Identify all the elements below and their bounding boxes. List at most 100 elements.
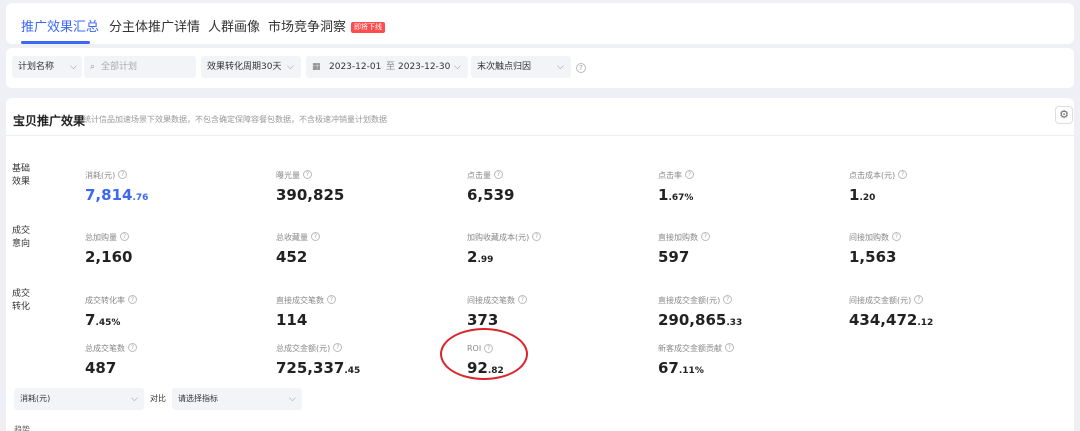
metric-orders-direct: 直接成交笔数? 114 — [276, 288, 336, 329]
metric-impressions: 曝光量? 390,825 — [276, 163, 344, 204]
date-separator: 至 — [386, 62, 396, 72]
help-icon[interactable]: ? — [327, 295, 336, 304]
metric-cpc: 点击成本(元)? 1.20 — [849, 163, 908, 204]
metric-ctr: 点击率? 1.67% — [658, 163, 694, 204]
metric-value: 597 — [658, 248, 690, 266]
divider — [6, 135, 1074, 136]
attribution-value: 末次触点归因 — [477, 62, 532, 72]
metric-value: 7.45% — [85, 311, 121, 329]
metric-value: 114 — [276, 311, 308, 329]
help-icon[interactable]: ? — [518, 295, 527, 304]
metric-value: 390,825 — [276, 186, 345, 204]
metric-label: 点击量 — [467, 171, 491, 180]
help-icon[interactable]: ? — [725, 343, 734, 352]
active-tab-indicator — [21, 41, 90, 44]
help-icon[interactable]: ? — [333, 343, 343, 352]
compare-label: 对比 — [150, 394, 166, 403]
chevron-down-icon: ⌵ — [454, 62, 461, 72]
metric-value: 725,337.45 — [276, 359, 361, 377]
panel-description: 统计信品加速场景下效果数据，不包含确定保障容餐包数据，不含极速冲销量计划数据 — [83, 115, 387, 124]
metric-value: 67.11% — [658, 359, 704, 377]
conversion-period-value: 效果转化周期30天 — [207, 62, 282, 72]
tab-market-insight[interactable]: 市场竞争洞察 — [268, 16, 346, 35]
plan-search-input[interactable]: ⌕ 全部计划 — [84, 56, 196, 78]
help-icon[interactable]: ? — [494, 170, 503, 179]
metric-label: 间接成交笔数 — [467, 296, 515, 305]
row-label-conversion: 成交转化 — [12, 289, 31, 312]
help-icon[interactable]: ? — [128, 295, 137, 304]
metric-spend: 消耗(元)? 7,814.76 — [85, 163, 148, 204]
help-icon[interactable]: ? — [120, 232, 129, 241]
metric-orders-total: 总成交笔数? 487 — [85, 336, 137, 377]
compare-metric-placeholder: 请选择指标 — [178, 394, 218, 403]
metric-value: 2.99 — [467, 248, 494, 266]
metric-clicks: 点击量? 6,539 — [467, 163, 514, 204]
compare-metric-select[interactable]: 请选择指标 ⌵ — [172, 388, 302, 410]
metric-value: 452 — [276, 248, 308, 266]
metric-value: 6,539 — [467, 186, 515, 204]
tab-entity-details[interactable]: 分主体推广详情 — [109, 16, 200, 35]
help-icon[interactable]: ? — [914, 295, 924, 304]
chevron-down-icon: ⌵ — [131, 394, 138, 404]
help-icon[interactable]: ? — [701, 232, 710, 241]
metric-value: 2,160 — [85, 248, 133, 266]
help-icon[interactable]: ? — [685, 170, 694, 179]
metric-label: 曝光量 — [276, 171, 300, 180]
search-icon: ⌕ — [90, 62, 96, 72]
date-range-picker[interactable]: ▦ 2023-12-01 至 2023-12-30 ⌵ — [306, 56, 468, 78]
help-icon[interactable]: ? — [898, 170, 908, 179]
tab-promotion-summary[interactable]: 推广效果汇总 — [21, 16, 99, 35]
metric-new-customer-share: 新客成交金额贡献? 67.11% — [658, 336, 734, 377]
chevron-down-icon: ⌵ — [289, 394, 296, 404]
calendar-icon: ▦ — [312, 62, 321, 72]
chevron-down-icon: ⌵ — [70, 62, 77, 72]
help-icon[interactable]: ? — [532, 232, 542, 241]
metric-label: 点击成本(元) — [849, 171, 896, 180]
tab-audience-profile[interactable]: 人群画像 — [208, 16, 260, 35]
metric-select-value: 消耗(元) — [20, 394, 51, 403]
metric-label: 总成交笔数 — [85, 344, 125, 353]
metric-favorites-total: 总收藏量? 452 — [276, 225, 320, 266]
metric-select[interactable]: 消耗(元) ⌵ — [14, 388, 144, 410]
help-icon[interactable]: ? — [311, 232, 320, 241]
help-icon[interactable]: ? — [118, 170, 128, 179]
metric-value: 1.20 — [849, 186, 876, 204]
help-icon[interactable]: ? — [892, 232, 901, 241]
metric-gmv-total: 总成交金额(元)? 725,337.45 — [276, 336, 360, 377]
metric-value: 373 — [467, 311, 499, 329]
help-icon[interactable]: ? — [723, 295, 733, 304]
row-label-intent: 成交意向 — [12, 226, 31, 249]
metric-cart-indirect: 间接加购数? 1,563 — [849, 225, 901, 266]
attribution-select[interactable]: 末次触点归因 ⌵ — [471, 56, 571, 78]
panel-title: 宝贝推广效果 — [13, 114, 86, 128]
metric-gmv-indirect: 间接成交金额(元)? 434,472.12 — [849, 288, 933, 329]
metric-label: 新客成交金额贡献 — [658, 344, 722, 353]
metric-value: 1.67% — [658, 186, 694, 204]
metric-cart-total: 总加购量? 2,160 — [85, 225, 132, 266]
row-label-basic: 基础效果 — [12, 164, 31, 187]
plan-name-select[interactable]: 计划名称 ⌵ — [12, 56, 82, 78]
metric-label: 直接加购数 — [658, 233, 698, 242]
metric-label: 总收藏量 — [276, 233, 308, 242]
metric-label: 点击率 — [658, 171, 682, 180]
metric-label: 成交转化率 — [85, 296, 125, 305]
metric-cart-fav-cost: 加购收藏成本(元)? 2.99 — [467, 225, 542, 266]
metric-value: 1,563 — [849, 248, 897, 266]
help-icon[interactable]: ? — [303, 170, 312, 179]
metric-value: 434,472.12 — [849, 311, 934, 329]
metric-label: 间接成交金额(元) — [849, 296, 912, 305]
date-start: 2023-12-01 — [329, 62, 382, 72]
metric-value: 290,865.33 — [658, 311, 743, 329]
help-icon[interactable]: ? — [576, 63, 586, 73]
settings-gear-icon[interactable]: ⚙ — [1055, 106, 1073, 124]
metric-label: 加购收藏成本(元) — [467, 233, 530, 242]
chevron-down-icon: ⌵ — [287, 62, 294, 72]
trend-section-label: 趋势 — [14, 425, 30, 431]
metric-gmv-direct: 直接成交金额(元)? 290,865.33 — [658, 288, 742, 329]
conversion-period-select[interactable]: 效果转化周期30天 ⌵ — [201, 56, 301, 78]
filter-bar: 计划名称 ⌵ ⌕ 全部计划 效果转化周期30天 ⌵ ▦ 2023-12-01 至… — [6, 48, 1074, 88]
metric-value: 7,814.76 — [85, 186, 149, 204]
help-icon[interactable]: ? — [128, 343, 137, 352]
roi-highlight-circle — [440, 328, 528, 380]
chevron-down-icon: ⌵ — [557, 62, 564, 72]
